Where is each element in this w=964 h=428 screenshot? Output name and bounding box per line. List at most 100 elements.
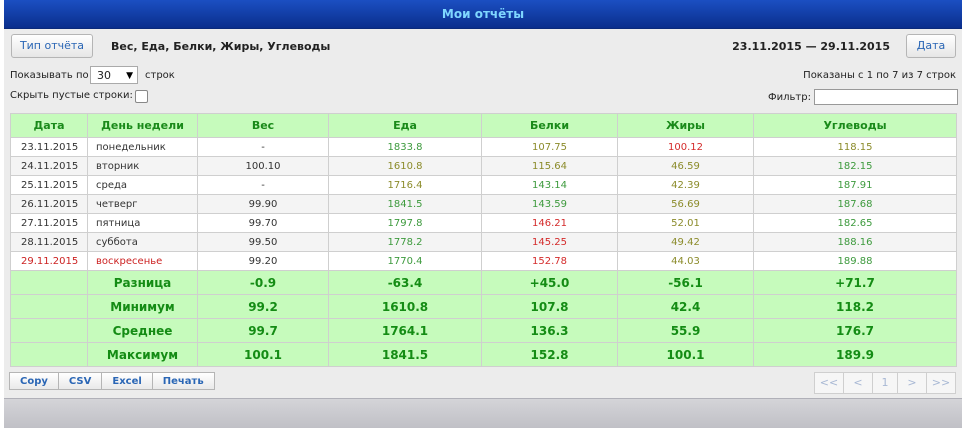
- cell-protein: 152.78: [481, 251, 618, 271]
- cell-fat: 56.69: [617, 194, 754, 214]
- show-per-suffix: строк: [145, 70, 175, 81]
- summary-protein: 152.8: [481, 342, 618, 367]
- next-page-button[interactable]: >: [897, 372, 927, 394]
- col-date-header[interactable]: Дата: [10, 113, 88, 138]
- cell-weight: -: [197, 137, 329, 157]
- summary-protein: +45.0: [481, 270, 618, 295]
- csv-button[interactable]: CSV: [57, 372, 103, 390]
- summary-fat: 42.4: [617, 294, 754, 319]
- first-page-button[interactable]: <<: [814, 372, 844, 394]
- cell-date: 26.11.2015: [10, 194, 88, 214]
- summary-food: 1764.1: [328, 318, 482, 343]
- rows-per-page-value: 30: [97, 69, 111, 82]
- summary-row: Разница -0.9 -63.4 +45.0 -56.1 +71.7: [10, 270, 957, 295]
- summary-weight: 100.1: [197, 342, 329, 367]
- cell-carbs: 187.91: [753, 175, 957, 195]
- cell-weight: 99.90: [197, 194, 329, 214]
- pagination: << < 1 > >>: [814, 372, 956, 394]
- last-page-button[interactable]: >>: [926, 372, 956, 394]
- summary-row: Минимум 99.2 1610.8 107.8 42.4 118.2: [10, 294, 957, 319]
- table-row: 25.11.2015 среда -1716.4 143.14 42.39 187.91: [10, 175, 957, 195]
- col-protein-header[interactable]: Белки: [481, 113, 618, 138]
- excel-button[interactable]: Excel: [101, 372, 153, 390]
- cell-carbs: 189.88: [753, 251, 957, 271]
- cell-fat: 46.59: [617, 156, 754, 176]
- cell-day: четверг: [87, 194, 198, 214]
- summary-label: Разница: [87, 270, 198, 295]
- hide-empty-checkbox[interactable]: [135, 90, 148, 103]
- col-day-header[interactable]: День недели: [87, 113, 198, 138]
- cell-day: среда: [87, 175, 198, 195]
- cell-day: воскресенье: [87, 251, 198, 271]
- col-food-header[interactable]: Еда: [328, 113, 482, 138]
- cell-day: вторник: [87, 156, 198, 176]
- summary-label: Максимум: [87, 342, 198, 367]
- cell-protein: 145.25: [481, 232, 618, 252]
- summary-food: 1610.8: [328, 294, 482, 319]
- table-row: 28.11.2015 суббота 99.50 1778.2 145.25 49.42 1…: [10, 232, 957, 252]
- date-button[interactable]: Дата: [906, 34, 956, 58]
- cell-weight: 99.50: [197, 232, 329, 252]
- cell-fat: 42.39: [617, 175, 754, 195]
- table-header-row: Дата День недели Вес Еда Белки Жиры Угле…: [10, 113, 957, 138]
- cell-date: 28.11.2015: [10, 232, 88, 252]
- cell-protein: 143.59: [481, 194, 618, 214]
- rows-per-page-select[interactable]: 30 ▼: [90, 66, 138, 84]
- cell-date: 24.11.2015: [10, 156, 88, 176]
- summary-carbs: 189.9: [753, 342, 957, 367]
- filter-label: Фильтр:: [768, 92, 811, 103]
- reports-panel: Мои отчёты Тип отчёта Вес, Еда, Белки, Ж…: [4, 0, 962, 428]
- cell-fat: 44.03: [617, 251, 754, 271]
- cell-carbs: 188.16: [753, 232, 957, 252]
- summary-weight: 99.2: [197, 294, 329, 319]
- summary-spacer: [10, 342, 88, 367]
- table-row: 27.11.2015 пятница 99.70 1797.8 146.21 52.01 1…: [10, 213, 957, 233]
- cell-day: понедельник: [87, 137, 198, 157]
- summary-label: Среднее: [87, 318, 198, 343]
- page-1-button[interactable]: 1: [872, 372, 898, 394]
- cell-protein: 143.14: [481, 175, 618, 195]
- date-range: 23.11.2015 — 29.11.2015: [732, 40, 890, 53]
- summary-spacer: [10, 294, 88, 319]
- table-row: 24.11.2015 вторник 100.10 1610.8 115.64 46.59…: [10, 156, 957, 176]
- prev-page-button[interactable]: <: [843, 372, 873, 394]
- hide-empty-label: Скрыть пустые строки:: [10, 90, 133, 101]
- summary-carbs: +71.7: [753, 270, 957, 295]
- cell-weight: -: [197, 175, 329, 195]
- cell-food: 1841.5: [328, 194, 482, 214]
- summary-carbs: 176.7: [753, 318, 957, 343]
- cell-food: 1797.8: [328, 213, 482, 233]
- report-type-button[interactable]: Тип отчёта: [11, 34, 93, 58]
- cell-day: пятница: [87, 213, 198, 233]
- cell-food: 1716.4: [328, 175, 482, 195]
- table-row: 26.11.2015 четверг 99.90 1841.5 143.59 56.69 1…: [10, 194, 957, 214]
- summary-food: -63.4: [328, 270, 482, 295]
- summary-weight: 99.7: [197, 318, 329, 343]
- cell-weight: 99.70: [197, 213, 329, 233]
- col-carbs-header[interactable]: Углеводы: [753, 113, 957, 138]
- cell-protein: 146.21: [481, 213, 618, 233]
- summary-row: Среднее 99.7 1764.1 136.3 55.9 176.7: [10, 318, 957, 343]
- cell-food: 1770.4: [328, 251, 482, 271]
- export-buttons: Copy CSV Excel Печать: [9, 372, 215, 390]
- cell-carbs: 182.65: [753, 213, 957, 233]
- cell-food: 1610.8: [328, 156, 482, 176]
- summary-row: Максимум 100.1 1841.5 152.8 100.1 189.9: [10, 342, 957, 367]
- col-weight-header[interactable]: Вес: [197, 113, 329, 138]
- cell-fat: 52.01: [617, 213, 754, 233]
- summary-fat: 55.9: [617, 318, 754, 343]
- cell-protein: 107.75: [481, 137, 618, 157]
- summary-carbs: 118.2: [753, 294, 957, 319]
- cell-fat: 100.12: [617, 137, 754, 157]
- copy-button[interactable]: Copy: [9, 372, 59, 390]
- col-fat-header[interactable]: Жиры: [617, 113, 754, 138]
- cell-food: 1778.2: [328, 232, 482, 252]
- summary-spacer: [10, 270, 88, 295]
- cell-date: 25.11.2015: [10, 175, 88, 195]
- summary-protein: 136.3: [481, 318, 618, 343]
- cell-protein: 115.64: [481, 156, 618, 176]
- print-button[interactable]: Печать: [151, 372, 215, 390]
- cell-weight: 100.10: [197, 156, 329, 176]
- cell-date: 27.11.2015: [10, 213, 88, 233]
- filter-input[interactable]: [814, 89, 958, 105]
